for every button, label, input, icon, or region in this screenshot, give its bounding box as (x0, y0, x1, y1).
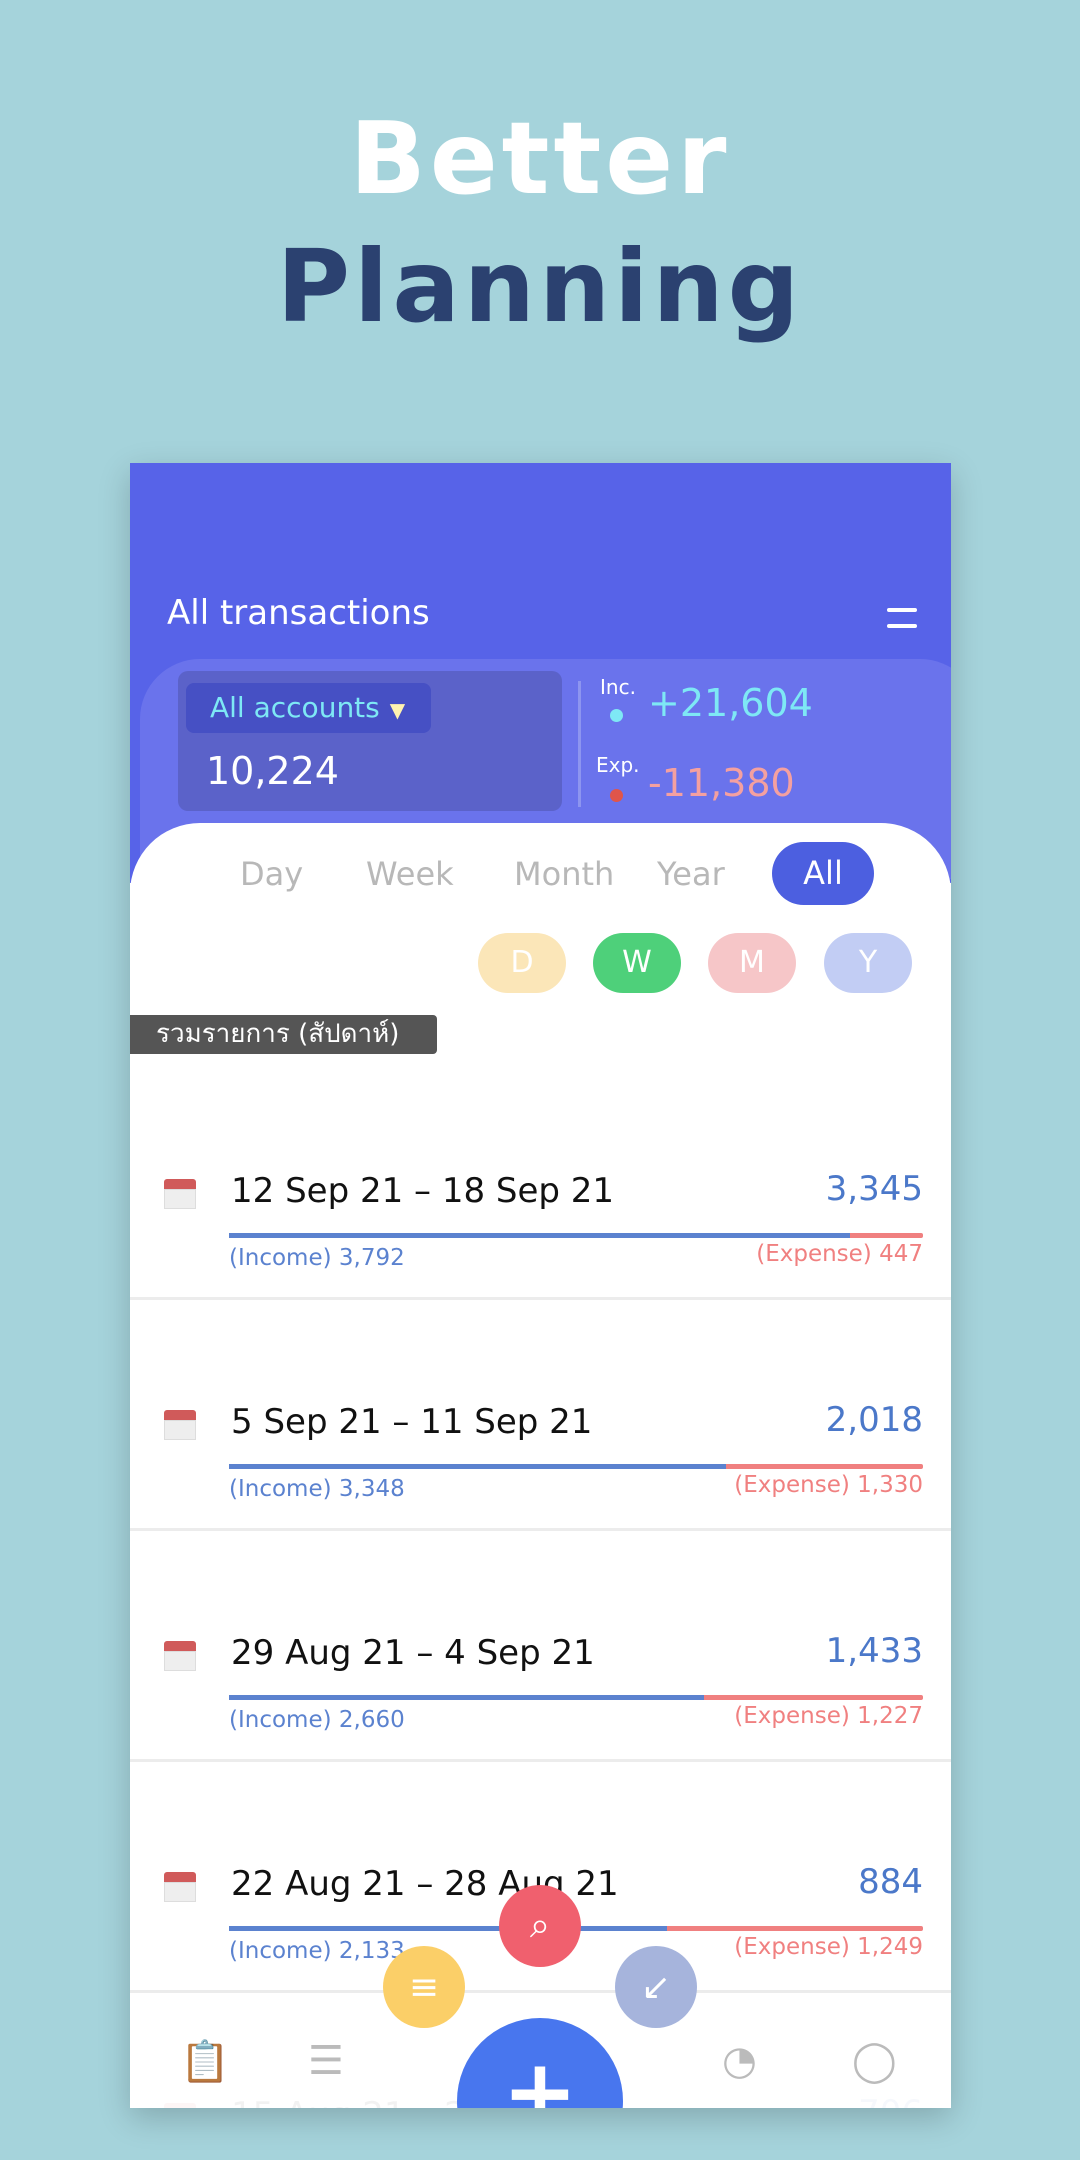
calendar-icon (164, 1179, 196, 1209)
account-selector[interactable]: All accounts ▼ (186, 683, 431, 733)
pill-day[interactable]: D (478, 933, 566, 993)
expense-amount: (Expense) 1,330 (734, 1472, 923, 1498)
page-title: All transactions (167, 593, 430, 633)
tab-day[interactable]: Day (240, 855, 303, 893)
expense-total: -11,380 (648, 761, 795, 805)
section-label: รวมรายการ (สัปดาห์) (130, 1015, 437, 1054)
expense-amount: (Expense) 447 (756, 1241, 923, 1267)
expense-amount: (Expense) 1,249 (734, 1934, 923, 1960)
tab-year[interactable]: Year (657, 855, 725, 893)
income-amount: (Income) 2,660 (229, 1707, 405, 1733)
menu-icon[interactable] (887, 608, 917, 632)
income-bar-fill (229, 1464, 726, 1469)
net-amount: 3,345 (825, 1169, 923, 1209)
income-label: Inc. (600, 675, 636, 699)
account-box: All accounts ▼ 10,224 (178, 671, 562, 811)
promo-title-line1: Better (349, 100, 731, 217)
income-amount: (Income) 3,792 (229, 1245, 405, 1271)
date-range: 29 Aug 21 – 4 Sep 21 (231, 1633, 595, 1673)
income-expense-bar (229, 1695, 923, 1700)
caret-down-icon: ▼ (389, 698, 406, 722)
income-bar-fill (229, 1695, 704, 1700)
tab-all[interactable]: All (772, 842, 874, 905)
tab-week[interactable]: Week (366, 855, 454, 893)
divider (578, 681, 581, 807)
income-total: +21,604 (648, 681, 813, 725)
account-selector-label: All accounts (210, 691, 380, 724)
income-dot-icon (610, 709, 623, 722)
income-bar-fill (229, 1233, 851, 1238)
nav-transactions-icon[interactable]: 📋 (180, 2038, 230, 2085)
income-amount: (Income) 3,348 (229, 1476, 405, 1502)
expense-amount: (Expense) 1,227 (734, 1703, 923, 1729)
date-range: 5 Sep 21 – 11 Sep 21 (231, 1402, 593, 1442)
calendar-icon (164, 1410, 196, 1440)
net-amount: 1,433 (825, 1631, 923, 1671)
date-range: 12 Sep 21 – 18 Sep 21 (231, 1171, 615, 1211)
pill-year[interactable]: Y (824, 933, 912, 993)
list-item[interactable]: 29 Aug 21 – 4 Sep 21 1,433 (Income) 2,66… (130, 1531, 951, 1762)
account-balance: 10,224 (206, 749, 339, 793)
income-expense-bar (229, 1464, 923, 1469)
nav-more-icon[interactable]: ◯ (852, 2038, 897, 2084)
income-amount: (Income) 2,133 (229, 1938, 405, 1964)
tab-month[interactable]: Month (514, 855, 614, 893)
income-bar-fill (229, 1926, 667, 1931)
net-amount: 884 (858, 1862, 923, 1902)
search-report-icon[interactable]: ⌕ (499, 1885, 581, 1967)
calendar-icon (164, 1872, 196, 1902)
calendar-icon (164, 1641, 196, 1671)
list-item[interactable]: 12 Sep 21 – 18 Sep 21 3,345 (Income) 3,7… (130, 1069, 951, 1300)
income-expense-bar (229, 1233, 923, 1238)
nav-list-icon[interactable]: ☰ (308, 2038, 344, 2084)
pill-month[interactable]: M (708, 933, 796, 993)
nav-chart-icon[interactable]: ◔ (722, 2038, 757, 2084)
expense-label: Exp. (596, 753, 640, 777)
expense-dot-icon (610, 789, 623, 802)
pill-week[interactable]: W (593, 933, 681, 993)
import-icon[interactable]: ↙ (615, 1946, 697, 2028)
list-item[interactable]: 5 Sep 21 – 11 Sep 21 2,018 (Income) 3,34… (130, 1300, 951, 1531)
receipt-icon[interactable]: ≡ (383, 1946, 465, 2028)
net-amount: 2,018 (825, 1400, 923, 1440)
promo-title-line2: Planning (276, 228, 804, 345)
phone-screen: All transactions All accounts ▼ 10,224 In… (130, 463, 951, 2108)
